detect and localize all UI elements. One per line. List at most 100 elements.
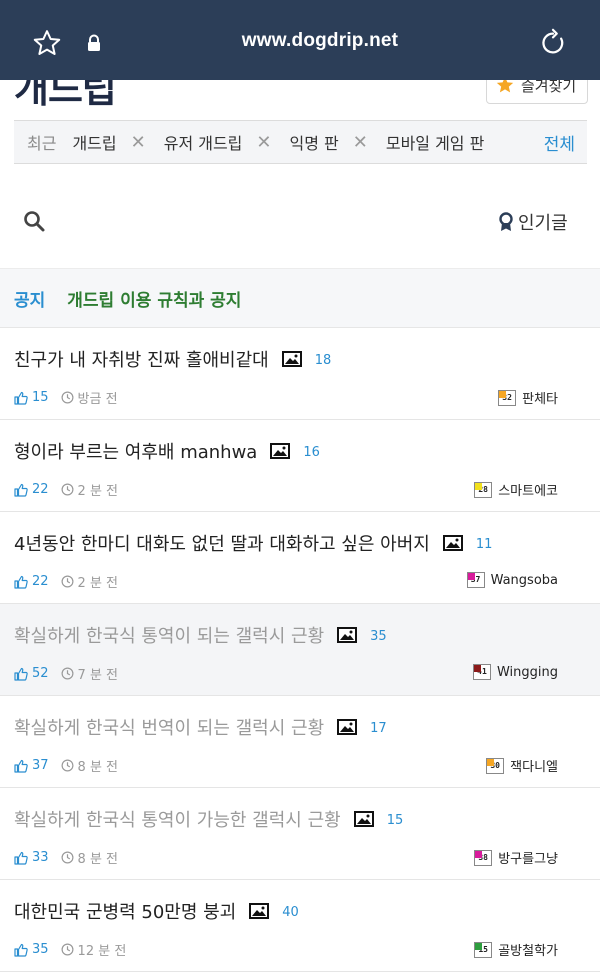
author-name[interactable]: 스마트에코 (498, 480, 558, 499)
time-text: 방금 전 (77, 392, 118, 407)
post-author[interactable]: 32 판체타 (498, 388, 558, 407)
time-text: 7 분 전 (77, 668, 119, 683)
post-row[interactable]: 친구가 내 자취방 진짜 홀애비같대 18 15 방금 전 32 판체타 (0, 328, 600, 420)
post-author[interactable]: 41 Wingging (472, 664, 558, 680)
site-logo[interactable]: 개드립 (14, 80, 117, 110)
post-title[interactable]: 4년동안 한마디 대화도 없던 딸과 대화하고 싶은 아버지 (14, 530, 430, 556)
post-title-line[interactable]: 형이라 부르는 여후배 manhwa 16 (14, 438, 320, 464)
popular-posts-button[interactable]: 인기글 (498, 209, 568, 235)
post-title[interactable]: 대한민국 군병력 50만명 붕괴 (14, 898, 236, 924)
post-title[interactable]: 확실하게 한국식 통역이 가능한 갤럭시 근황 (14, 806, 341, 832)
post-time: 방금 전 (61, 388, 118, 407)
post-row[interactable]: 4년동안 한마디 대화도 없던 딸과 대화하고 싶은 아버지 11 22 2 분 전 3… (0, 512, 600, 604)
close-icon[interactable]: ✕ (256, 132, 271, 153)
post-title-line[interactable]: 확실하게 한국식 통역이 되는 갤럭시 근황 35 (14, 622, 387, 648)
thumbs-up-icon (14, 851, 28, 865)
search-icon[interactable] (22, 209, 46, 233)
notice-title[interactable]: 개드립 이용 규칙과 공지 (67, 286, 241, 311)
comment-count: 16 (303, 445, 320, 460)
likes: 33 (14, 850, 49, 865)
post-title-line[interactable]: 확실하게 한국식 통역이 가능한 갤럭시 근황 15 (14, 806, 403, 832)
bookmark-label: 즐겨찾기 (521, 80, 577, 95)
post-meta: 33 8 분 전 (14, 848, 118, 867)
like-count: 22 (32, 574, 49, 589)
author-name[interactable]: 골방철학가 (498, 940, 558, 959)
level-badge: 37 (466, 572, 485, 588)
recent-item-label[interactable]: 개드립 (72, 130, 116, 154)
level-badge: 32 (498, 389, 517, 406)
thumbs-up-icon (14, 575, 28, 589)
author-name[interactable]: 판체타 (522, 388, 558, 407)
url-text[interactable]: www.dogdrip.net (0, 30, 600, 52)
post-title[interactable]: 형이라 부르는 여후배 manhwa (14, 438, 257, 464)
close-icon[interactable]: ✕ (131, 132, 146, 153)
level-color-corner (473, 665, 481, 672)
post-title-line[interactable]: 확실하게 한국식 번역이 되는 갤럭시 근황 17 (14, 714, 387, 740)
post-row[interactable]: 대한민국 군병력 50만명 붕괴 40 35 12 분 전 15 골방철학가 (0, 880, 600, 972)
recent-item-label[interactable]: 모바일 게임 판 (386, 130, 485, 154)
recent-item-label[interactable]: 익명 판 (290, 130, 339, 154)
post-author[interactable]: 30 잭다니엘 (486, 756, 558, 775)
post-time: 2 분 전 (61, 572, 118, 591)
post-author[interactable]: 37 Wangsoba (466, 572, 558, 588)
post-row[interactable]: 확실하게 한국식 번역이 되는 갤럭시 근황 17 37 8 분 전 30 잭다니엘 (0, 696, 600, 788)
post-title-line[interactable]: 대한민국 군병력 50만명 붕괴 40 (14, 898, 299, 924)
comment-count: 18 (314, 353, 332, 368)
recent-item-label[interactable]: 유저 개드립 (164, 130, 243, 154)
post-author[interactable]: 38 방구를그냥 (474, 848, 558, 867)
likes: 22 (14, 482, 49, 497)
post-meta: 52 7 분 전 (14, 664, 118, 683)
close-icon[interactable]: ✕ (353, 132, 368, 153)
like-count: 35 (32, 942, 49, 957)
post-title-line[interactable]: 친구가 내 자취방 진짜 홀애비같대 18 (14, 346, 331, 372)
recent-item[interactable]: 익명 판 ✕ (290, 130, 368, 154)
time-text: 12 분 전 (77, 944, 127, 959)
post-meta: 22 2 분 전 (14, 572, 118, 591)
post-title[interactable]: 확실하게 한국식 번역이 되는 갤럭시 근황 (14, 714, 324, 740)
bookmark-button[interactable]: 즐겨찾기 (486, 80, 588, 104)
level-color-corner (475, 942, 483, 950)
image-icon (337, 627, 358, 643)
post-title-line[interactable]: 4년동안 한마디 대화도 없던 딸과 대화하고 싶은 아버지 11 (14, 530, 492, 556)
comment-count: 40 (282, 905, 299, 920)
level-color-corner (475, 850, 483, 858)
clock-icon (61, 575, 74, 588)
post-author[interactable]: 28 스마트에코 (474, 480, 558, 499)
post-time: 12 분 전 (61, 940, 127, 959)
post-row[interactable]: 확실하게 한국식 통역이 가능한 갤럭시 근황 15 33 8 분 전 38 방구를그냥 (0, 788, 600, 880)
post-row[interactable]: 확실하게 한국식 통역이 되는 갤럭시 근황 35 52 7 분 전 41 Winggin… (0, 604, 600, 696)
author-name[interactable]: Wingging (497, 665, 558, 680)
likes: 15 (14, 390, 49, 405)
recent-item[interactable]: 유저 개드립 ✕ (164, 130, 272, 154)
author-name[interactable]: Wangsoba (491, 573, 558, 588)
likes: 22 (14, 574, 49, 589)
likes: 52 (14, 666, 49, 681)
clock-icon (61, 391, 74, 404)
recent-item[interactable]: 모바일 게임 판 (386, 130, 485, 154)
post-author[interactable]: 15 골방철학가 (474, 940, 558, 959)
like-count: 37 (32, 758, 49, 773)
post-row[interactable]: 형이라 부르는 여후배 manhwa 16 22 2 분 전 28 스마트에코 (0, 420, 600, 512)
level-badge: 41 (472, 664, 491, 680)
star-icon (496, 80, 514, 93)
clock-icon (61, 851, 74, 864)
post-title[interactable]: 친구가 내 자취방 진짜 홀애비같대 (14, 346, 269, 372)
recent-item[interactable]: 개드립 ✕ (72, 130, 145, 154)
author-name[interactable]: 방구를그냥 (498, 848, 558, 867)
thumbs-up-icon (14, 391, 28, 405)
recent-label: 최근 (27, 134, 57, 153)
notice-row[interactable]: 공지 개드립 이용 규칙과 공지 (0, 268, 600, 328)
reload-icon[interactable] (538, 28, 568, 58)
recent-boards: 최근 개드립 ✕ 유저 개드립 ✕ 익명 판 ✕ 모바일 게임 판 전체 (14, 120, 587, 164)
author-name[interactable]: 잭다니엘 (510, 756, 558, 775)
thumbs-up-icon (14, 759, 28, 773)
time-text: 8 분 전 (77, 760, 119, 775)
notice-tag: 공지 (14, 290, 46, 311)
level-color-corner (467, 573, 475, 580)
post-meta: 35 12 분 전 (14, 940, 126, 959)
recent-all-button[interactable]: 전체 (533, 121, 587, 163)
post-title[interactable]: 확실하게 한국식 통역이 되는 갤럭시 근황 (14, 622, 324, 648)
comment-count: 35 (370, 629, 387, 644)
level-badge: 38 (474, 849, 493, 866)
thumbs-up-icon (14, 943, 28, 957)
